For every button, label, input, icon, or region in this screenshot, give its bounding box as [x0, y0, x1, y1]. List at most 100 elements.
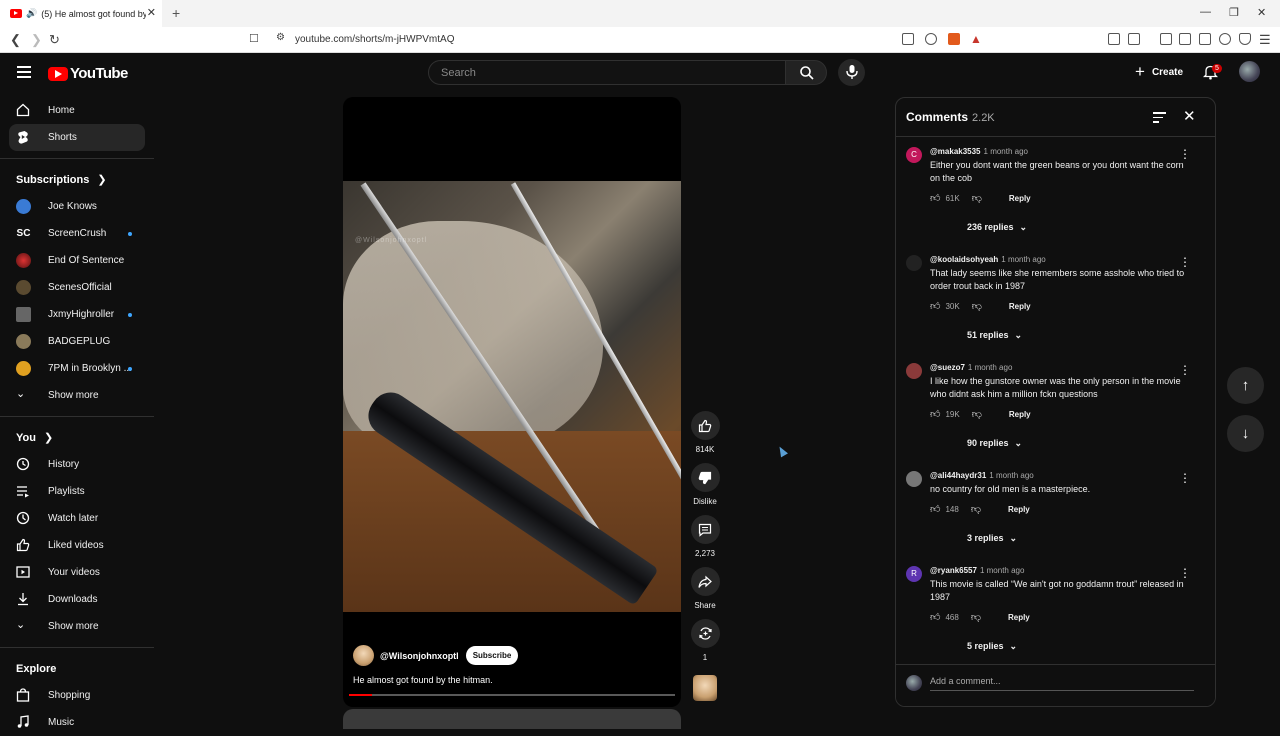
thumbs-down-icon[interactable]: 👎︎ — [972, 300, 982, 312]
thumbs-up-icon[interactable]: 👍︎ — [930, 611, 940, 623]
commenter-avatar[interactable] — [906, 363, 922, 379]
next-short-button[interactable]: ↓ — [1227, 415, 1264, 452]
thumbs-up-icon[interactable]: 👍︎ — [930, 503, 940, 515]
brave-shield-icon[interactable] — [948, 33, 960, 45]
comment-more-icon[interactable]: ⋮ — [1179, 363, 1191, 377]
subscribe-button[interactable]: Subscribe — [465, 646, 519, 665]
reply-button[interactable]: Reply — [1009, 410, 1031, 419]
restore-icon[interactable]: ❐ — [1229, 6, 1239, 19]
view-replies-button[interactable]: 236 replies ⌄ — [930, 213, 1193, 241]
comment-author[interactable]: @suezo7 — [930, 363, 965, 372]
sidebar-item-subscription[interactable]: End Of Sentence — [0, 247, 154, 274]
sidebar-item-subscription[interactable]: ScenesOfficial — [0, 274, 154, 301]
thumbs-down-icon[interactable]: 👎︎ — [971, 503, 981, 515]
like-button[interactable] — [690, 411, 720, 440]
dislike-button[interactable] — [690, 463, 720, 492]
add-comment-input[interactable]: Add a comment... — [930, 676, 1194, 691]
sidebar-item-watch-later[interactable]: Watch later — [0, 505, 154, 532]
sort-comments-icon[interactable] — [1153, 112, 1166, 126]
sidebar-item-home[interactable]: Home — [0, 97, 154, 124]
youtube-logo[interactable]: YouTube — [48, 65, 128, 82]
sound-thumbnail[interactable] — [693, 675, 717, 701]
voice-search-button[interactable] — [838, 59, 865, 86]
previous-short-button[interactable]: ↑ — [1227, 367, 1264, 404]
back-icon[interactable]: ❮ — [10, 32, 21, 48]
sidebar-item-shopping[interactable]: Shopping — [0, 682, 154, 709]
sidebar-item-subscription[interactable]: SC ScreenCrush — [0, 220, 154, 247]
thumbs-up-icon[interactable]: 👍︎ — [930, 408, 940, 420]
video-progress-bar[interactable] — [349, 694, 675, 696]
comment-more-icon[interactable]: ⋮ — [1179, 566, 1191, 580]
sidebar-item-subscription[interactable]: 7PM in Brooklyn ... — [0, 355, 154, 382]
commenter-avatar[interactable] — [906, 471, 922, 487]
url-text[interactable]: youtube.com/shorts/m-jHWPVmtAQ — [295, 34, 454, 45]
comment-time[interactable]: 1 month ago — [984, 147, 1028, 156]
comment-author[interactable]: @ryank6557 — [930, 566, 977, 575]
forward-icon[interactable]: ❯ — [31, 32, 42, 48]
sidebar-item-liked-videos[interactable]: Liked videos — [0, 532, 154, 559]
sidebar-item-history[interactable]: History — [0, 451, 154, 478]
share-button[interactable] — [690, 567, 720, 596]
comment-more-icon[interactable]: ⋮ — [1179, 255, 1191, 269]
sidebar-item-downloads[interactable]: Downloads — [0, 586, 154, 613]
browser-tab[interactable]: 🔊 (5) He almost got found by th ✕ — [0, 0, 162, 27]
sidebar-item-shorts[interactable]: Shorts — [9, 124, 145, 151]
speaker-icon[interactable]: 🔊 — [26, 8, 37, 19]
sidebar-show-more[interactable]: ⌄ Show more — [0, 382, 154, 409]
you-header[interactable]: You ❯ — [0, 424, 154, 451]
account-avatar[interactable] — [1239, 61, 1260, 82]
close-comments-icon[interactable]: ✕ — [1183, 107, 1196, 125]
shorts-video-player[interactable]: @Wilsonjohnxoptl @Wilsonjohnxoptl Subscr… — [343, 97, 681, 707]
commenter-avatar[interactable]: R — [906, 566, 922, 582]
commenter-avatar[interactable]: C — [906, 147, 922, 163]
comment-author[interactable]: @ali44haydr31 — [930, 471, 986, 480]
hamburger-menu-icon[interactable] — [17, 66, 31, 81]
reply-button[interactable]: Reply — [1009, 194, 1031, 203]
reply-button[interactable]: Reply — [1008, 613, 1030, 622]
sidebar-icon[interactable] — [1179, 33, 1191, 45]
remix-button[interactable] — [690, 619, 720, 648]
window-close-icon[interactable]: ✕ — [1257, 6, 1266, 19]
subscriptions-header[interactable]: Subscriptions ❯ — [0, 166, 154, 193]
sidebar-item-music[interactable]: Music — [0, 709, 154, 736]
sidebar-item-subscription[interactable]: BADGEPLUG — [0, 328, 154, 355]
media-icon[interactable] — [1160, 33, 1172, 45]
reply-button[interactable]: Reply — [1008, 505, 1030, 514]
sidebar-item-subscription[interactable]: Joe Knows — [0, 193, 154, 220]
comments-button[interactable] — [690, 515, 720, 544]
site-info-icon[interactable]: ⚙ — [276, 32, 285, 43]
menu-icon[interactable]: ☰ — [1259, 32, 1271, 48]
comment-time[interactable]: 1 month ago — [980, 566, 1024, 575]
channel-avatar[interactable] — [353, 645, 374, 666]
comment-more-icon[interactable]: ⋮ — [1179, 147, 1191, 161]
commenter-avatar[interactable] — [906, 255, 922, 271]
screen-cast-icon[interactable] — [902, 33, 914, 45]
comment-time[interactable]: 1 month ago — [1001, 255, 1045, 264]
wallet-icon[interactable] — [1128, 33, 1140, 45]
new-tab-icon[interactable]: + — [172, 5, 180, 21]
sidebar-item-playlists[interactable]: Playlists — [0, 478, 154, 505]
search-button[interactable] — [785, 60, 827, 85]
reply-button[interactable]: Reply — [1009, 302, 1031, 311]
view-replies-button[interactable]: 3 replies ⌄ — [930, 524, 1193, 552]
tab-close-icon[interactable]: ✕ — [147, 6, 156, 19]
bookmark-icon[interactable]: ☐ — [249, 32, 259, 45]
view-replies-button[interactable]: 90 replies ⌄ — [930, 429, 1193, 457]
comment-author[interactable]: @makak3535 — [930, 147, 981, 156]
sidebar-show-more[interactable]: ⌄ Show more — [0, 613, 154, 640]
thumbs-down-icon[interactable]: 👎︎ — [972, 408, 982, 420]
comment-time[interactable]: 1 month ago — [968, 363, 1012, 372]
sidebar-item-your-videos[interactable]: Your videos — [0, 559, 154, 586]
search-input[interactable]: Search — [428, 60, 786, 85]
thumbs-up-icon[interactable]: 👍︎ — [930, 192, 940, 204]
comment-author[interactable]: @koolaidsohyeah — [930, 255, 998, 264]
extensions-icon[interactable] — [1108, 33, 1120, 45]
comment-more-icon[interactable]: ⋮ — [1179, 471, 1191, 485]
channel-name[interactable]: @Wilsonjohnxoptl — [380, 651, 459, 661]
vpn-icon[interactable] — [1239, 33, 1251, 45]
thumbs-up-icon[interactable]: 👍︎ — [930, 300, 940, 312]
create-button[interactable]: + Create — [1127, 59, 1193, 85]
share-page-icon[interactable] — [925, 33, 937, 45]
thumbs-down-icon[interactable]: 👎︎ — [972, 192, 982, 204]
comment-time[interactable]: 1 month ago — [989, 471, 1033, 480]
